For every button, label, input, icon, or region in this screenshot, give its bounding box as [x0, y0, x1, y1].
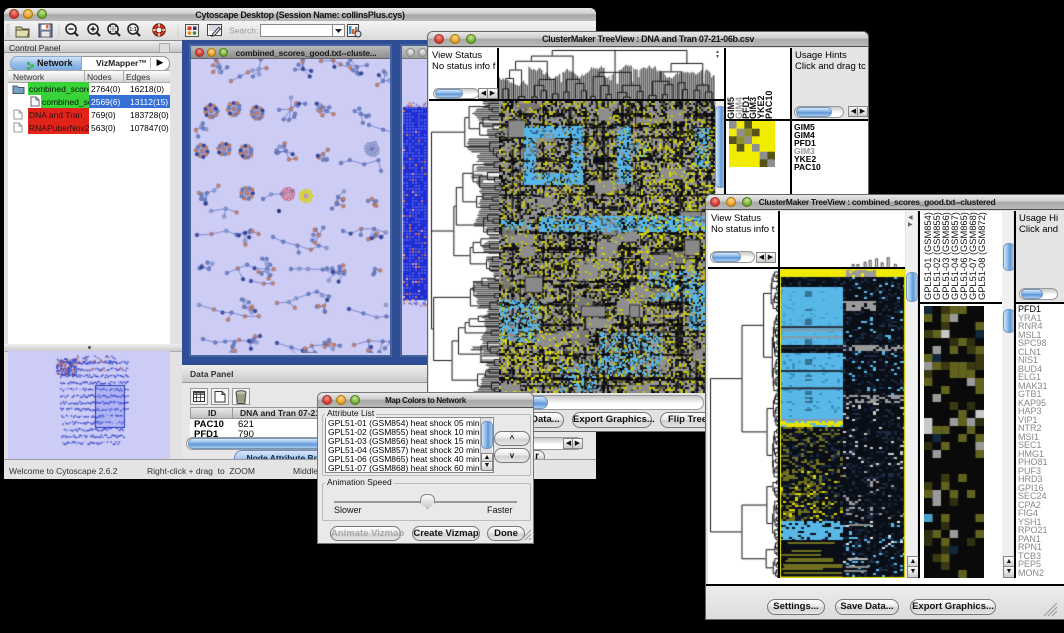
svg-text:Search:: Search:	[229, 26, 258, 36]
svg-text:1:1: 1:1	[129, 27, 136, 33]
